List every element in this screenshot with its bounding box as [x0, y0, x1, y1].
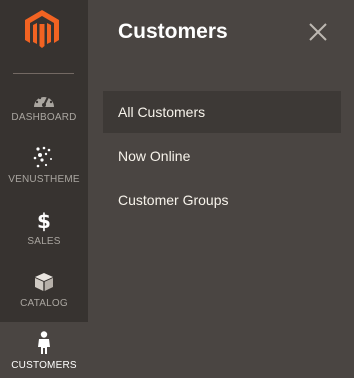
nav-dashboard[interactable]: DASHBOARD: [0, 84, 88, 144]
panel-title: Customers: [118, 20, 228, 43]
dollar-icon: $: [37, 209, 51, 233]
logo-divider: [13, 73, 74, 74]
venustheme-icon: [0, 146, 88, 170]
menu-item-now-online[interactable]: Now Online: [103, 135, 341, 177]
nav-customers-label: CUSTOMERS: [11, 360, 77, 371]
magento-logo-icon[interactable]: [25, 10, 59, 50]
dashboard-icon: [0, 91, 88, 108]
menu-item-customer-groups[interactable]: Customer Groups: [103, 179, 341, 221]
nav-sales[interactable]: $ SALES: [0, 208, 88, 268]
close-icon[interactable]: [306, 20, 330, 44]
nav-catalog-label: CATALOG: [20, 298, 68, 309]
nav-sales-label: SALES: [27, 236, 61, 247]
nav-dashboard-label: DASHBOARD: [11, 112, 77, 123]
nav-customers[interactable]: CUSTOMERS: [0, 322, 88, 378]
box-icon: [0, 272, 88, 292]
person-icon: [0, 331, 88, 355]
admin-sidebar: DASHBOARD VENUSTHEME $ SALES CATALOG CUS…: [0, 0, 88, 378]
nav-venustheme[interactable]: VENUSTHEME: [0, 146, 88, 206]
menu-item-all-customers[interactable]: All Customers: [103, 91, 341, 133]
nav-venustheme-label: VENUSTHEME: [8, 174, 80, 185]
nav-catalog[interactable]: CATALOG: [0, 270, 88, 330]
